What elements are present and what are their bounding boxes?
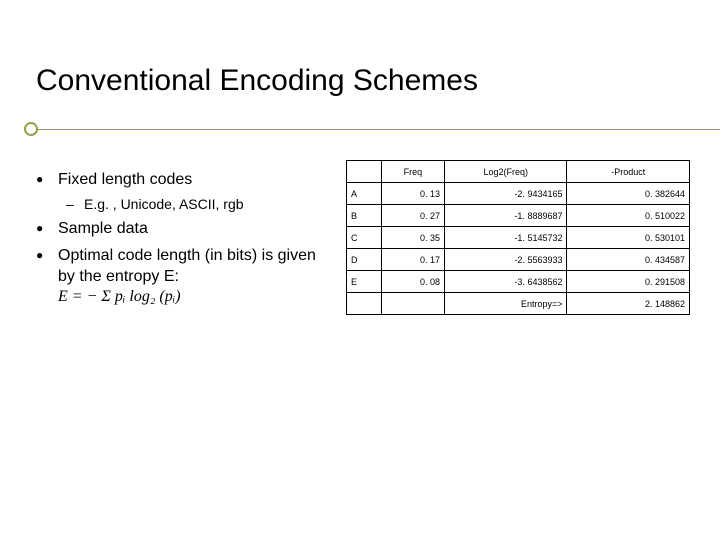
cell-log: -2. 9434165 <box>444 183 567 205</box>
table-row: B 0. 27 -1. 8889687 0. 510022 <box>347 205 690 227</box>
cell-freq: 0. 17 <box>381 249 444 271</box>
cell-label: E <box>347 271 382 293</box>
cell-log: -3. 6438562 <box>444 271 567 293</box>
divider-line <box>38 129 720 130</box>
table-row: C 0. 35 -1. 5145732 0. 530101 <box>347 227 690 249</box>
cell-freq: 0. 27 <box>381 205 444 227</box>
bullet-text: Sample data <box>58 220 148 237</box>
footer-value: 2. 148862 <box>567 293 690 315</box>
footer-label: Entropy=> <box>444 293 567 315</box>
cell-label: B <box>347 205 382 227</box>
cell-label: A <box>347 183 382 205</box>
header-freq: Freq <box>381 161 444 183</box>
cell-prod: 0. 530101 <box>567 227 690 249</box>
bullet-sample-data: Sample data <box>36 219 334 240</box>
header-blank <box>347 161 382 183</box>
divider-dot-icon <box>24 122 38 136</box>
table-row: E 0. 08 -3. 6438562 0. 291508 <box>347 271 690 293</box>
bullet-text: Optimal code length (in bits) is given b… <box>58 247 316 285</box>
cell-freq: 0. 13 <box>381 183 444 205</box>
cell-freq: 0. 35 <box>381 227 444 249</box>
slide-title: Conventional Encoding Schemes <box>36 64 478 98</box>
entropy-table: Freq Log2(Freq) -Product A 0. 13 -2. 943… <box>346 160 690 315</box>
table-row: D 0. 17 -2. 5563933 0. 434587 <box>347 249 690 271</box>
cell-log: -1. 8889687 <box>444 205 567 227</box>
bullet-optimal-code-length: Optimal code length (in bits) is given b… <box>36 246 334 308</box>
header-log: Log2(Freq) <box>444 161 567 183</box>
cell-label: D <box>347 249 382 271</box>
subbullet-text: E.g. , Unicode, ASCII, rgb <box>84 196 244 212</box>
cell-freq: 0. 08 <box>381 271 444 293</box>
footer-blank2 <box>381 293 444 315</box>
subbullet-examples: E.g. , Unicode, ASCII, rgb <box>58 195 334 213</box>
cell-prod: 0. 382644 <box>567 183 690 205</box>
bullet-fixed-length: Fixed length codes E.g. , Unicode, ASCII… <box>36 170 334 213</box>
footer-blank1 <box>347 293 382 315</box>
bullet-text: Fixed length codes <box>58 171 192 188</box>
table-header-row: Freq Log2(Freq) -Product <box>347 161 690 183</box>
table-footer-row: Entropy=> 2. 148862 <box>347 293 690 315</box>
table-row: A 0. 13 -2. 9434165 0. 382644 <box>347 183 690 205</box>
entropy-formula: E = − Σ pᵢ log₂ (pᵢ) <box>58 288 181 305</box>
cell-prod: 0. 434587 <box>567 249 690 271</box>
cell-label: C <box>347 227 382 249</box>
cell-log: -1. 5145732 <box>444 227 567 249</box>
cell-log: -2. 5563933 <box>444 249 567 271</box>
cell-prod: 0. 510022 <box>567 205 690 227</box>
divider <box>0 124 720 138</box>
bullet-list: Fixed length codes E.g. , Unicode, ASCII… <box>36 170 334 314</box>
header-prod: -Product <box>567 161 690 183</box>
cell-prod: 0. 291508 <box>567 271 690 293</box>
